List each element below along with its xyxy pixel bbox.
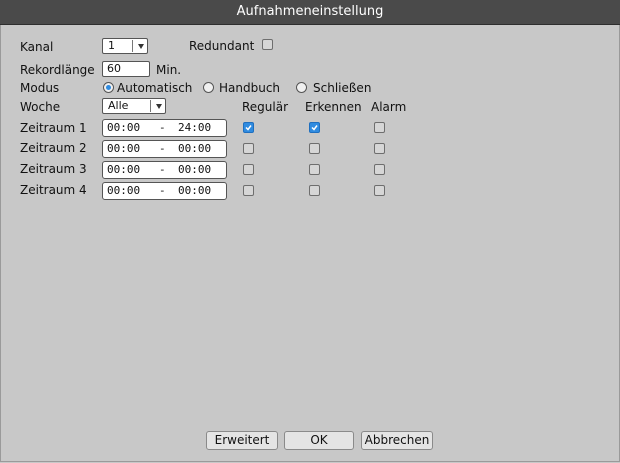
period-2-end[interactable]: 00:00 [178,141,211,157]
week-select[interactable]: Alle [102,98,166,114]
period-3-start[interactable]: 00:00 [107,162,140,178]
mode-option-close-label[interactable]: Schließen [313,80,371,96]
period-2-time-range[interactable]: 00:00 - 00:00 [102,140,227,158]
mode-option-manual-label[interactable]: Handbuch [219,80,280,96]
settings-panel [0,25,620,462]
checkmark-icon [245,125,252,131]
period-4-detect-checkbox[interactable] [309,185,320,196]
period-1-detect-checkbox[interactable] [309,122,320,133]
period-3-end[interactable]: 00:00 [178,162,211,178]
redundant-checkbox[interactable] [262,39,273,50]
period-4-time-range[interactable]: 00:00 - 00:00 [102,182,227,200]
period-4-regular-checkbox[interactable] [243,185,254,196]
channel-value: 1 [108,39,115,52]
period-1-end[interactable]: 24:00 [178,120,211,136]
period-2-regular-checkbox[interactable] [243,143,254,154]
record-length-input[interactable]: 60 [102,61,150,77]
period-3-time-range[interactable]: 00:00 - 00:00 [102,161,227,179]
period-3-alarm-checkbox[interactable] [374,164,385,175]
week-label: Woche [20,100,61,114]
period-4-end[interactable]: 00:00 [178,183,211,199]
chevron-down-icon [138,44,144,49]
column-regular-header: Regulär [242,100,289,114]
record-length-unit: Min. [156,63,182,77]
period-1-alarm-checkbox[interactable] [374,122,385,133]
record-length-label: Rekordlänge [20,63,95,77]
period-4-alarm-checkbox[interactable] [374,185,385,196]
period-2-label: Zeitraum 2 [20,141,87,155]
chevron-down-icon [156,104,162,109]
advanced-button[interactable]: Erweitert [206,431,278,450]
period-2-separator: - [159,142,166,155]
period-1-label: Zeitraum 1 [20,121,87,135]
period-4-start[interactable]: 00:00 [107,183,140,199]
radio-selected-dot [106,85,111,90]
record-settings-window: Aufnahmeneinstellung Kanal 1 Redundant R… [0,0,620,463]
redundant-label: Redundant [189,39,255,53]
period-2-detect-checkbox[interactable] [309,143,320,154]
cancel-button[interactable]: Abbrechen [361,431,433,450]
channel-label: Kanal [20,40,54,54]
period-3-label: Zeitraum 3 [20,162,87,176]
week-value: Alle [108,99,129,112]
mode-radio-manual[interactable] [203,82,214,93]
mode-radio-automatic[interactable] [103,82,114,93]
select-divider [150,100,151,112]
column-detect-header: Erkennen [305,100,362,114]
period-1-start[interactable]: 00:00 [107,120,140,136]
period-1-time-range[interactable]: 00:00 - 24:00 [102,119,227,137]
column-alarm-header: Alarm [371,100,407,114]
period-1-regular-checkbox[interactable] [243,122,254,133]
period-4-label: Zeitraum 4 [20,183,87,197]
checkmark-icon [311,125,318,131]
select-divider [132,40,133,52]
period-3-separator: - [159,163,166,176]
mode-radio-close[interactable] [296,82,307,93]
period-3-regular-checkbox[interactable] [243,164,254,175]
period-1-separator: - [159,121,166,134]
period-4-separator: - [159,184,166,197]
ok-button[interactable]: OK [284,431,354,450]
window-title: Aufnahmeneinstellung [0,0,620,25]
period-3-detect-checkbox[interactable] [309,164,320,175]
mode-option-automatic-label[interactable]: Automatisch [117,80,192,96]
channel-select[interactable]: 1 [102,38,148,54]
period-2-start[interactable]: 00:00 [107,141,140,157]
mode-label: Modus [20,81,60,95]
period-2-alarm-checkbox[interactable] [374,143,385,154]
